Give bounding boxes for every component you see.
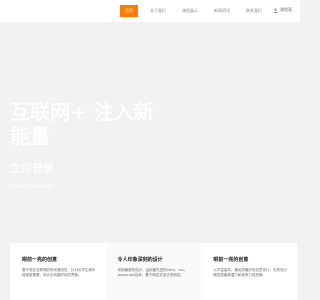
user-label: 课程表: [280, 7, 292, 12]
user-menu[interactable]: 课程表: [273, 7, 292, 13]
feature-card: 眼前一亮的创意 基于现在互联网的时尚潮流性，针对大学生和年轻家庭需要，设计出有趣…: [10, 243, 106, 300]
feature-title: 令人印象深刻的设计: [117, 257, 163, 263]
feature-card: 令人印象深刻的设计 采用最新的设计，运用最先进的html、css、javascr…: [105, 243, 202, 300]
feature-cards: 眼前一亮的创意 基于现在互联网的时尚潮流性，针对大学生和年轻家庭需要，设计出有趣…: [10, 243, 297, 300]
feature-title: 眼前一亮的创意: [22, 257, 58, 263]
login-button[interactable]: 立即登录: [10, 160, 54, 176]
feature-desc: 基于现在互联网的时尚潮流性，针对大学生和年轻家庭需要，设计出有趣好玩的界面。: [22, 268, 96, 277]
feature-desc: 以丰富高效、最优质最好的创意设计，为您充分展现您最具潜力和竞争力的品牌。: [213, 268, 287, 277]
feature-card: 眼前一亮的创意 以丰富高效、最优质最好的创意设计，为您充分展现您最具潜力和竞争力…: [201, 243, 297, 300]
user-icon: [273, 8, 278, 13]
hero-subtitle: LOREM IPSUM DOLOR: [10, 184, 54, 189]
hero-title: 互联网+ 注入新能量: [10, 100, 154, 148]
nav-item-courses[interactable]: 课程展示: [178, 5, 202, 17]
feature-desc: 采用最新的设计，运用最先进的html、css、javascript技术，基于响应…: [117, 268, 188, 277]
nav-item-about[interactable]: 关于我们: [146, 5, 170, 17]
nav-item-home[interactable]: 首页: [120, 5, 138, 17]
feature-title: 眼前一亮的创意: [213, 257, 249, 263]
nav-item-news[interactable]: 新闻资讯: [210, 5, 234, 17]
header: 首页 关于我们 课程展示 新闻资讯 联系我们 课程表: [0, 0, 300, 22]
nav-item-contact[interactable]: 联系我们: [242, 5, 266, 17]
